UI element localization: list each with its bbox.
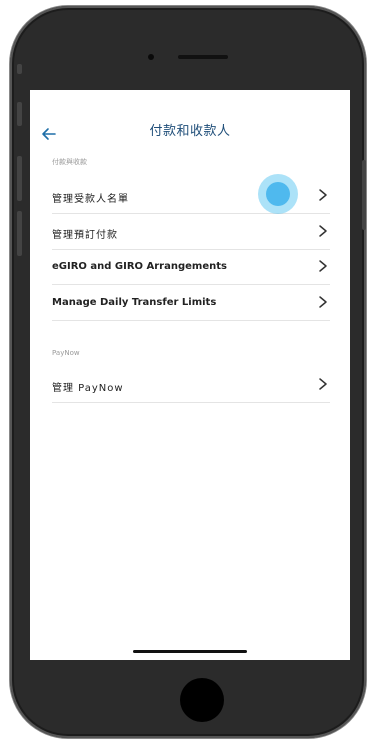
list-item-daily-transfer-limits[interactable]: Manage Daily Transfer Limits	[52, 285, 330, 321]
power-button	[362, 160, 366, 230]
page-title: 付款和收款人	[149, 124, 231, 139]
chevron-right-icon	[319, 378, 327, 390]
list-item-label: 管理預訂付款	[52, 230, 118, 241]
touch-indicator-core	[266, 182, 290, 206]
list-item-label: 管理受款人名單	[52, 194, 129, 205]
home-indicator[interactable]	[133, 650, 247, 653]
app-screen: 付款和收款人 付款與收款 管理受款人名單 管理預訂付款 eGIRO and GI…	[30, 90, 350, 660]
list-item-label: 管理 PayNow	[52, 383, 124, 394]
chevron-right-icon	[319, 296, 327, 308]
chevron-right-icon	[319, 189, 327, 201]
front-camera	[148, 54, 154, 60]
volume-up-button	[17, 156, 22, 201]
section-label-payments: 付款與收款	[52, 158, 87, 166]
chevron-right-icon	[319, 260, 327, 272]
home-button[interactable]	[180, 678, 224, 722]
mute-switch	[17, 102, 22, 126]
volume-down-button	[17, 211, 22, 256]
touch-indicator	[258, 174, 298, 214]
list-item-label: Manage Daily Transfer Limits	[52, 297, 217, 308]
earpiece-speaker	[178, 55, 228, 59]
list-item-manage-paynow[interactable]: 管理 PayNow	[52, 367, 330, 403]
section-label-paynow: PayNow	[52, 349, 80, 357]
list-item-egiro-arrangements[interactable]: eGIRO and GIRO Arrangements	[52, 249, 330, 285]
list-item-manage-scheduled-payments[interactable]: 管理預訂付款	[52, 214, 330, 250]
side-switch	[17, 64, 22, 74]
chevron-right-icon	[319, 225, 327, 237]
list-item-label: eGIRO and GIRO Arrangements	[52, 261, 227, 272]
header: 付款和收款人	[30, 90, 350, 150]
